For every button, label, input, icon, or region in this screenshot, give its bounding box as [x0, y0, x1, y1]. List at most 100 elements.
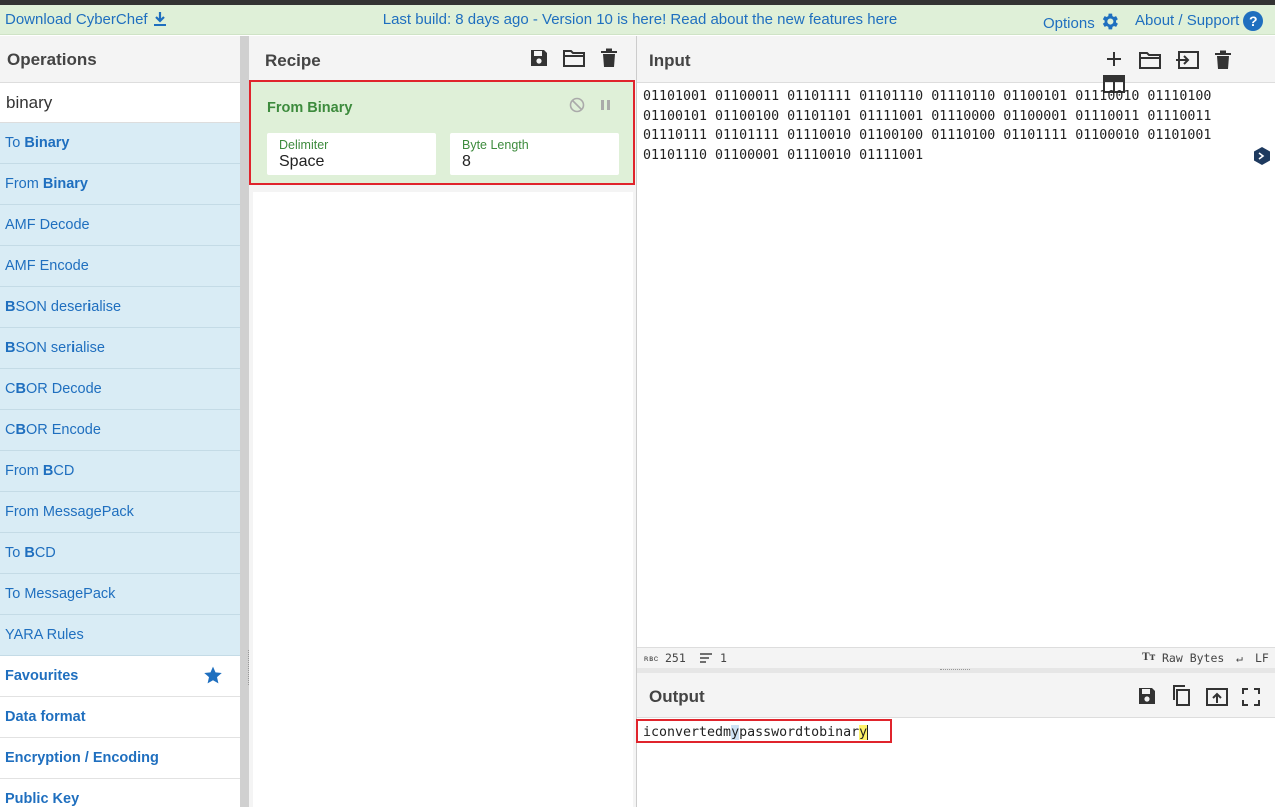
operation-result-label: AMF Encode	[5, 258, 89, 274]
maximise-icon[interactable]	[1242, 688, 1261, 706]
eol-icon: ↵	[1236, 651, 1243, 665]
replace-input-icon[interactable]	[1205, 686, 1228, 706]
operation-result-label: SON deser	[15, 299, 88, 315]
output-highlight-cursor: y	[859, 725, 869, 740]
panel-divider-left[interactable]	[240, 36, 249, 807]
top-banner: Download CyberChef Last build: 8 days ag…	[0, 5, 1275, 35]
output-text[interactable]: iconvertedmypasswordtobinary	[643, 725, 869, 740]
clear-input-icon[interactable]	[1214, 50, 1232, 70]
save-icon[interactable]	[529, 48, 549, 68]
recipe-panel: Recipe From Binary Delimiter Space Byte …	[249, 36, 636, 807]
operation-result-label: alise	[91, 299, 122, 315]
recipe-drop-area[interactable]	[253, 192, 633, 807]
disable-icon[interactable]	[569, 97, 585, 113]
operation-result-label: B	[24, 545, 35, 561]
save-output-icon[interactable]	[1137, 686, 1157, 706]
delimiter-field[interactable]: Delimiter Space	[267, 133, 436, 175]
operation-result-item[interactable]: CBOR Encode	[0, 410, 240, 451]
trash-icon[interactable]	[600, 48, 618, 68]
magic-wand-icon[interactable]	[1253, 146, 1271, 166]
operation-result-label: Binary	[42, 176, 88, 192]
category-label: Favourites	[5, 668, 79, 684]
input-textarea[interactable]: 01101001 01100011 01101111 01101110 0111…	[643, 87, 1248, 165]
pause-icon[interactable]	[599, 97, 613, 113]
operation-result-label: To	[5, 545, 25, 561]
category-label: Public Key	[5, 791, 80, 807]
operation-result-item[interactable]: BSON serialise	[0, 328, 240, 369]
operations-panel: Operations binary To Binary From Binary AM…	[0, 36, 240, 807]
operation-result-item[interactable]: BSON deserialise	[0, 287, 240, 328]
operations-search-input[interactable]: binary	[0, 83, 240, 123]
operation-result-item[interactable]: To MessagePack	[0, 574, 240, 615]
operation-category[interactable]: Encryption / Encoding	[0, 738, 240, 779]
operation-category[interactable]: Favourites	[0, 656, 240, 697]
operation-result-item[interactable]: CBOR Decode	[0, 369, 240, 410]
resizer-grip[interactable]	[940, 669, 970, 671]
operations-title: Operations	[0, 36, 240, 83]
gear-icon	[1102, 13, 1118, 30]
operation-result-item[interactable]: YARA Rules	[0, 615, 240, 656]
operation-result-label: SON ser	[15, 340, 72, 356]
operations-category-list: Favourites Data format Encryption / Encodi…	[0, 656, 240, 807]
output-text-part: passwordtobinar	[739, 725, 860, 740]
output-highlight-selection: y	[731, 725, 740, 740]
category-label: Data format	[5, 709, 86, 725]
operation-category[interactable]: Data format	[0, 697, 240, 738]
about-label: About / Support	[1135, 12, 1240, 29]
open-folder-icon[interactable]	[1139, 50, 1162, 70]
options-label: Options	[1043, 15, 1095, 32]
operation-result-item[interactable]: AMF Decode	[0, 205, 240, 246]
operation-category[interactable]: Public Key	[0, 779, 240, 807]
operation-result-label: CD	[53, 463, 75, 479]
copy-icon[interactable]	[1171, 684, 1191, 706]
about-support-button[interactable]: About / Support?	[1135, 11, 1264, 31]
operation-result-label: Binary	[24, 135, 70, 151]
length-icon: ʀʙᴄ	[644, 654, 659, 663]
input-title: Input	[649, 51, 691, 70]
lines-icon	[700, 653, 712, 663]
byte-length-label: Byte Length	[462, 138, 529, 152]
input-header: Input	[637, 36, 1275, 93]
operation-result-item[interactable]: From Binary	[0, 164, 240, 205]
delimiter-label: Delimiter	[279, 138, 329, 152]
operation-result-label: alise	[75, 340, 105, 356]
operations-result-list: To Binary From Binary AMF Decode AMF Encode…	[0, 123, 240, 656]
operation-result-label: From	[5, 463, 43, 479]
operation-result-label: B	[5, 299, 16, 315]
operation-result-label: OR Encode	[25, 422, 101, 438]
operation-result-item[interactable]: To Binary	[0, 123, 240, 164]
operation-result-item[interactable]: To BCD	[0, 533, 240, 574]
operation-result-item[interactable]: From BCD	[0, 451, 240, 492]
operation-result-label: YARA Rules	[5, 627, 84, 643]
output-header: Output	[637, 673, 1275, 718]
input-length: 251	[665, 651, 686, 665]
input-encoding[interactable]: Raw Bytes	[1162, 651, 1224, 665]
options-button[interactable]: Options	[1043, 11, 1120, 32]
star-icon[interactable]	[203, 665, 223, 685]
open-file-icon[interactable]	[1175, 50, 1200, 70]
operation-result-item[interactable]: From MessagePack	[0, 492, 240, 533]
operation-result-label: OR Decode	[25, 381, 102, 397]
operation-result-label: B	[15, 422, 26, 438]
operation-result-label: From	[5, 176, 43, 192]
output-toolbar	[1137, 684, 1270, 711]
recipe-toolbar	[529, 48, 628, 73]
operation-result-label: B	[42, 463, 54, 479]
output-title: Output	[649, 687, 705, 706]
text-encoding-icon: Tт	[1142, 651, 1156, 663]
operation-result-item[interactable]: AMF Encode	[0, 246, 240, 287]
add-tab-icon[interactable]	[1103, 48, 1125, 70]
operation-result-label: To	[5, 135, 25, 151]
output-text-part: iconvertedm	[643, 725, 732, 740]
input-status-bar: ʀʙᴄ 251 1 Tт Raw Bytes ↵ LF	[637, 647, 1275, 668]
operation-name: From Binary	[267, 100, 353, 116]
input-eol[interactable]: LF	[1255, 651, 1269, 665]
folder-icon[interactable]	[563, 48, 586, 68]
input-panel: Input 01101001 01100011 01101111 0110111…	[637, 36, 1275, 647]
recipe-operation-from-binary[interactable]: From Binary Delimiter Space Byte Length …	[249, 80, 635, 185]
operation-result-label: To MessagePack	[5, 586, 116, 602]
byte-length-field[interactable]: Byte Length 8	[450, 133, 619, 175]
category-label: Encryption / Encoding	[5, 750, 159, 766]
operation-result-label: CD	[34, 545, 56, 561]
operation-result-label: C	[5, 422, 16, 438]
